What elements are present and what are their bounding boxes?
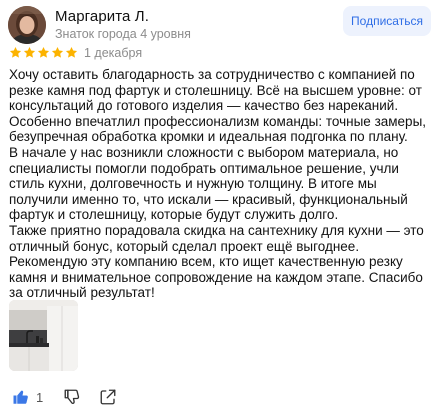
star-icon <box>9 46 22 58</box>
review-paragraph: В начале у нас возникли сложности с выбо… <box>9 144 408 223</box>
author-level: Знаток города 4 уровня <box>55 27 191 41</box>
review-actions: 1 <box>12 387 117 407</box>
thumbs-up-icon <box>13 390 28 404</box>
star-icon <box>37 46 50 58</box>
like-button[interactable]: 1 <box>12 388 63 406</box>
review-paragraph: Рекомендую эту компанию всем, кто ищет к… <box>9 254 423 301</box>
review-paragraph: Хочу оставить благодарность за сотруднич… <box>9 67 427 145</box>
star-icon <box>65 46 78 58</box>
star-rating <box>9 46 78 62</box>
review-date: 1 декабря <box>84 46 143 60</box>
star-icon <box>51 46 64 58</box>
like-count: 1 <box>36 389 44 405</box>
avatar[interactable] <box>8 6 46 44</box>
review-paragraph: Также приятно порадовала скидка на санте… <box>9 222 424 254</box>
share-icon <box>100 389 116 405</box>
star-icon <box>23 46 36 58</box>
thumbs-down-icon <box>64 389 80 405</box>
author-name[interactable]: Маргарита Л. <box>55 8 149 25</box>
dislike-button[interactable] <box>63 388 81 406</box>
review-text: Хочу оставить благодарность за сотруднич… <box>9 67 433 301</box>
subscribe-button[interactable]: Подписаться <box>343 6 431 36</box>
review-photo[interactable] <box>9 300 78 371</box>
share-button[interactable] <box>99 388 117 406</box>
